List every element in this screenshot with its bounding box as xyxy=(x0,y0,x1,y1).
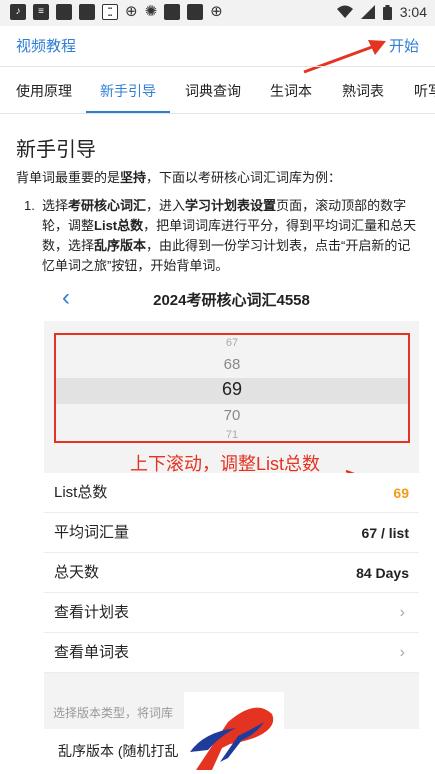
row-label: 查看单词表 xyxy=(54,644,130,661)
chuxin-icon: ⊕ xyxy=(210,3,223,20)
intro-bold: 坚持 xyxy=(120,170,147,185)
notification-icon: ≡ xyxy=(33,4,49,20)
average-words-row: 平均词汇量 67 / list xyxy=(44,513,419,553)
view-wordlist-row[interactable]: 查看单词表 › xyxy=(44,633,419,673)
signal-icon xyxy=(360,5,375,19)
mock-title: 2024考研核心词汇4558 xyxy=(153,292,310,309)
intro-text: 背单词最重要的是 xyxy=(16,170,121,185)
clock-time: 3:04 xyxy=(399,4,427,20)
wifi-icon xyxy=(336,5,353,18)
annotation-frame xyxy=(54,333,410,443)
average-words-value: 67 / list xyxy=(361,525,409,541)
page-title: 新手引导 xyxy=(16,139,96,161)
row-label: 总天数 xyxy=(54,564,100,581)
total-days-row: 总天数 84 Days xyxy=(44,553,419,593)
app-badge-icon: ▪▪ ▪▪ xyxy=(102,4,118,20)
tab-beginner-guide[interactable]: 新手引导 xyxy=(100,81,156,101)
step-number: 1. xyxy=(24,198,35,213)
status-left-icons: ♪ ≡ ▪▪ ▪▪ ⊕ ✺ ⊕ xyxy=(10,4,223,20)
square-icon xyxy=(164,4,181,20)
view-plan-row[interactable]: 查看计划表 › xyxy=(44,593,419,633)
step-one: 1. 选择考研核心词汇，进入学习计划表设置页面，滚动顶部的数字轮，调整List总… xyxy=(24,196,419,276)
tiktok-icon: ♪ xyxy=(10,4,26,20)
total-days-value: 84 Days xyxy=(356,565,409,581)
tab-bar: 使用原理 新手引导 词典查询 生词本 熟词表 听写 xyxy=(0,66,435,114)
step-bold-part: List总数 xyxy=(94,218,144,233)
step-text-part: ，进入 xyxy=(146,198,186,213)
chevron-right-icon: › xyxy=(399,604,405,621)
step-text: 选择考研核心词汇，进入学习计划表设置页面，滚动顶部的数字轮，调整List总数，把… xyxy=(42,196,419,276)
status-right: 3:04 xyxy=(336,4,427,20)
start-link[interactable]: 开始 xyxy=(389,35,419,56)
square-icon xyxy=(56,4,72,20)
intro-paragraph: 背单词最重要的是坚持，下面以考研核心词汇词库为例： xyxy=(16,168,426,188)
tab-dictation[interactable]: 听写 xyxy=(414,81,435,101)
list-count-value: 69 xyxy=(393,485,409,501)
row-label: 平均词汇量 xyxy=(54,524,130,541)
chuxin-icon: ⊕ xyxy=(125,3,138,20)
plan-settings-list: List总数 69 平均词汇量 67 / list 总天数 84 Days 查看… xyxy=(44,473,419,673)
row-label: List总数 xyxy=(54,484,108,501)
tab-familiar-words[interactable]: 熟词表 xyxy=(342,81,384,101)
intro-text: ，下面以考研核心词汇词库为例： xyxy=(146,170,342,185)
video-tutorial-link[interactable]: 视频教程 xyxy=(16,35,76,56)
watermark-logo xyxy=(184,692,284,774)
tab-new-words[interactable]: 生词本 xyxy=(270,81,312,101)
square-icon xyxy=(187,4,204,20)
burst-icon: ✺ xyxy=(144,3,158,20)
tab-dictionary[interactable]: 词典查询 xyxy=(185,81,241,101)
tab-principle[interactable]: 使用原理 xyxy=(16,81,72,101)
step-bold-part: 学习计划表设置 xyxy=(185,198,277,213)
step-bold-part: 乱序版本 xyxy=(94,238,147,253)
step-bold-part: 考研核心词汇 xyxy=(68,198,147,213)
list-count-picker[interactable]: 67 68 69 70 71 xyxy=(54,333,410,443)
square-icon xyxy=(79,4,95,20)
row-label: 查看计划表 xyxy=(54,604,130,621)
active-tab-indicator xyxy=(86,111,170,113)
list-count-row: List总数 69 xyxy=(44,473,419,513)
version-hint: 选择版本类型，将词库 xyxy=(53,706,174,720)
battery-icon xyxy=(382,4,392,20)
mock-header: ‹ 2024考研核心词汇4558 xyxy=(44,277,419,321)
step-text-part: 选择 xyxy=(42,198,69,213)
chevron-right-icon: › xyxy=(399,644,405,661)
status-bar: ♪ ≡ ▪▪ ▪▪ ⊕ ✺ ⊕ 3:04 xyxy=(0,0,435,26)
